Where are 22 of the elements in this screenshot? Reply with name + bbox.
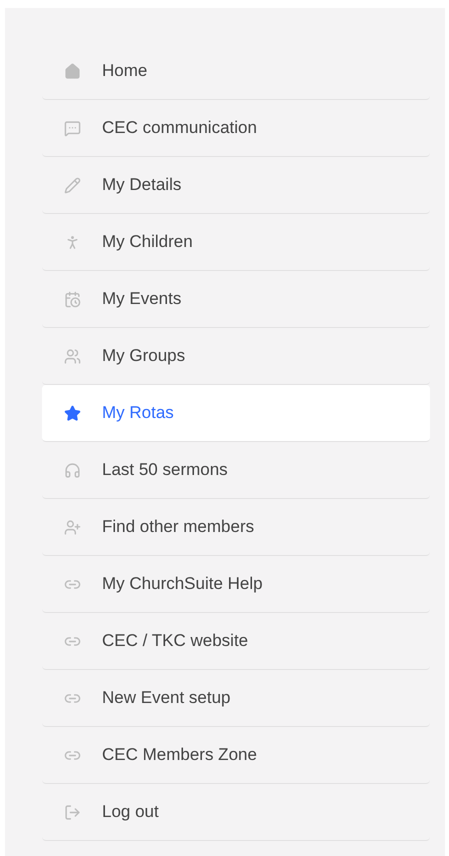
menu-item[interactable]: My ChurchSuite Help xyxy=(42,556,430,613)
people-icon xyxy=(64,348,80,364)
home-icon xyxy=(64,62,80,80)
headphones-icon xyxy=(64,462,80,478)
menu-item[interactable]: My Events xyxy=(42,271,430,328)
menu-item[interactable]: My Details xyxy=(42,157,430,214)
menu-item[interactable]: My Children xyxy=(42,214,430,271)
menu-item[interactable]: CEC Members Zone xyxy=(42,727,430,784)
menu-item[interactable]: Last 50 sermons xyxy=(42,442,430,499)
pencil-icon xyxy=(64,176,80,194)
menu-item[interactable]: CEC / TKC website xyxy=(42,613,430,670)
logout-icon xyxy=(64,804,80,820)
menu-item[interactable]: My Rotas xyxy=(42,385,430,442)
menu-item[interactable]: CEC communication xyxy=(42,100,430,157)
menu-item[interactable]: Home xyxy=(42,43,430,100)
people-icon xyxy=(64,518,80,536)
star-icon xyxy=(64,404,80,422)
menu-item[interactable]: Find other members xyxy=(42,499,430,556)
menu-item[interactable]: New Event setup xyxy=(42,670,430,727)
menu-item[interactable]: Log out xyxy=(42,784,430,841)
calendar-icon xyxy=(64,290,80,308)
chat-icon xyxy=(64,120,80,136)
